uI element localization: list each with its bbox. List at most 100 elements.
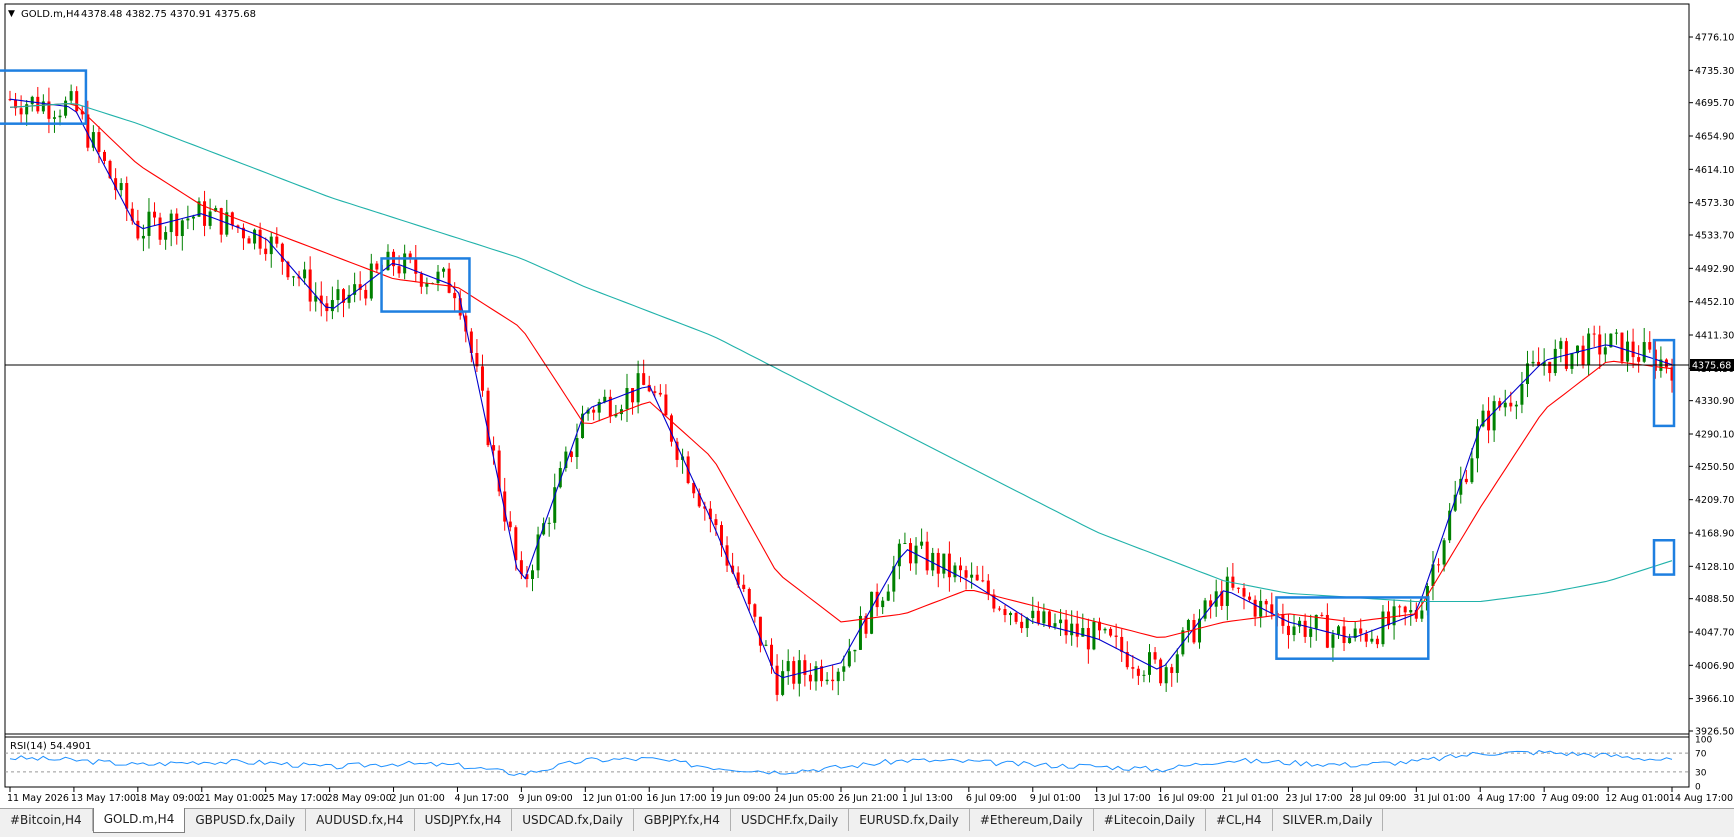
candle-body [442,268,446,272]
chart-tab[interactable]: GBPJPY.fx,H4 [634,809,731,831]
time-axis: 11 May 2026 13 May 17:0018 May 09:0021 Ma… [7,787,1733,804]
candle-body [970,574,974,578]
candle-body [797,660,801,684]
candle-body [1320,614,1324,616]
chart-tab[interactable]: #CL,H4 [1206,809,1273,831]
chart-symbol-label: GOLD.m,H4 [21,9,80,20]
candle-body [1159,659,1163,684]
candle-body [69,91,73,101]
current-price-label: 4375.68 [1692,361,1731,372]
candle-body [1136,668,1140,676]
chart-tab[interactable]: USDCAD.fx,Daily [512,809,635,831]
ohlc-readout: 4378.48 4382.75 4370.91 4375.68 [81,9,256,20]
candle-body [897,543,901,567]
candle-body [1614,332,1618,334]
candle-body [147,211,151,236]
candle-body [158,217,162,240]
price-tick-label: 4735.30 [1695,66,1734,77]
time-tick-label: 26 Jun 21:00 [838,793,898,804]
candle-body [1598,334,1602,355]
candle-body [781,671,785,695]
candle-body [1064,619,1068,636]
time-tick-label: 4 Jun 17:00 [454,793,508,804]
candle-body [1375,638,1379,645]
candle-body [1053,623,1057,627]
candle-body [1114,635,1118,637]
candle-body [903,543,907,545]
rsi-level-label: 70 [1695,750,1707,760]
chart-tab[interactable]: AUDUSD.fx,H4 [306,809,415,831]
candle-body [1553,348,1557,374]
candle-body [230,212,234,226]
candle-body [1059,619,1063,624]
candle-body [1092,621,1096,650]
price-tick-label: 4168.90 [1695,528,1734,539]
candle-body [1503,402,1507,408]
price-tick-label: 4573.30 [1695,198,1734,209]
rsi-label: RSI(14) 54.4901 [10,741,91,752]
price-chart[interactable]: 4776.10 4735.30 4695.70 4654.90 4614.10 4573.… [0,0,1734,808]
candle-body [291,276,295,278]
chart-tab[interactable]: SILVER.m,Daily [1273,809,1384,831]
candle-body [1142,674,1146,676]
candle-body [330,300,334,312]
time-tick-label: 14 Aug 17:00 [1669,793,1733,804]
main-chart-frame [4,3,1690,739]
price-tick-label: 4452.10 [1695,297,1734,308]
candle-body [942,553,946,574]
candle-body [1370,638,1374,642]
candle-body [1403,606,1407,613]
candle-body [247,238,251,244]
candle-body [981,580,985,582]
candle-body [453,292,457,299]
time-tick-label: 13 May 17:00 [71,793,136,804]
candle-body [30,96,34,105]
candle-body [625,388,629,410]
candle-body [747,589,751,605]
time-tick-label: 13 Jul 17:00 [1094,793,1151,804]
candle-body [1031,610,1035,619]
candle-body [1398,606,1402,608]
candle-body [1120,636,1124,653]
chart-tab[interactable]: GOLD.m,H4 [92,808,186,833]
time-tick-label: 11 May 2026 [7,793,69,804]
chart-tab[interactable]: USDJPY.fx,H4 [415,809,513,831]
dropdown-arrow-icon[interactable]: ▼ [8,9,15,19]
candle-body [1592,333,1596,335]
candle-body [925,541,929,571]
candle-body [592,409,596,413]
candle-body [964,570,968,578]
candle-body [881,600,885,608]
candle-body [936,552,940,574]
time-tick-label: 1 Jul 13:00 [902,793,953,804]
time-tick-label: 16 Jun 17:00 [646,793,706,804]
chart-tab[interactable]: #Bitcoin,H4 [0,809,93,831]
candle-body [508,521,512,528]
candle-body [1387,611,1391,626]
chart-tab[interactable]: USDCHF.fx,Daily [731,809,850,831]
chart-tab[interactable]: EURUSD.fx,Daily [849,809,970,831]
candle-body [436,271,440,283]
candle-body [1342,626,1346,644]
candle-body [191,216,195,219]
candle-body [1548,361,1552,374]
candle-body [308,269,312,302]
candle-body [1242,588,1246,597]
candle-body [1103,628,1107,631]
candle-body [959,565,963,571]
candle-body [1147,652,1151,675]
candle-body [575,438,579,458]
candle-body [1331,634,1335,648]
candle-body [825,679,829,682]
chart-tab[interactable]: #Litecoin,Daily [1094,809,1206,831]
candle-body [164,232,168,240]
price-tick-label: 4411.30 [1695,330,1734,341]
candle-body [858,615,862,650]
candle-body [1603,347,1607,355]
chart-tab[interactable]: #Ethereum,Daily [970,809,1094,831]
chart-tab[interactable]: GBPUSD.fx,Daily [185,809,307,831]
price-tick-label: 4492.90 [1695,264,1734,275]
time-tick-label: 4 Aug 17:00 [1477,793,1535,804]
candle-body [403,253,407,274]
candle-body [1442,540,1446,565]
